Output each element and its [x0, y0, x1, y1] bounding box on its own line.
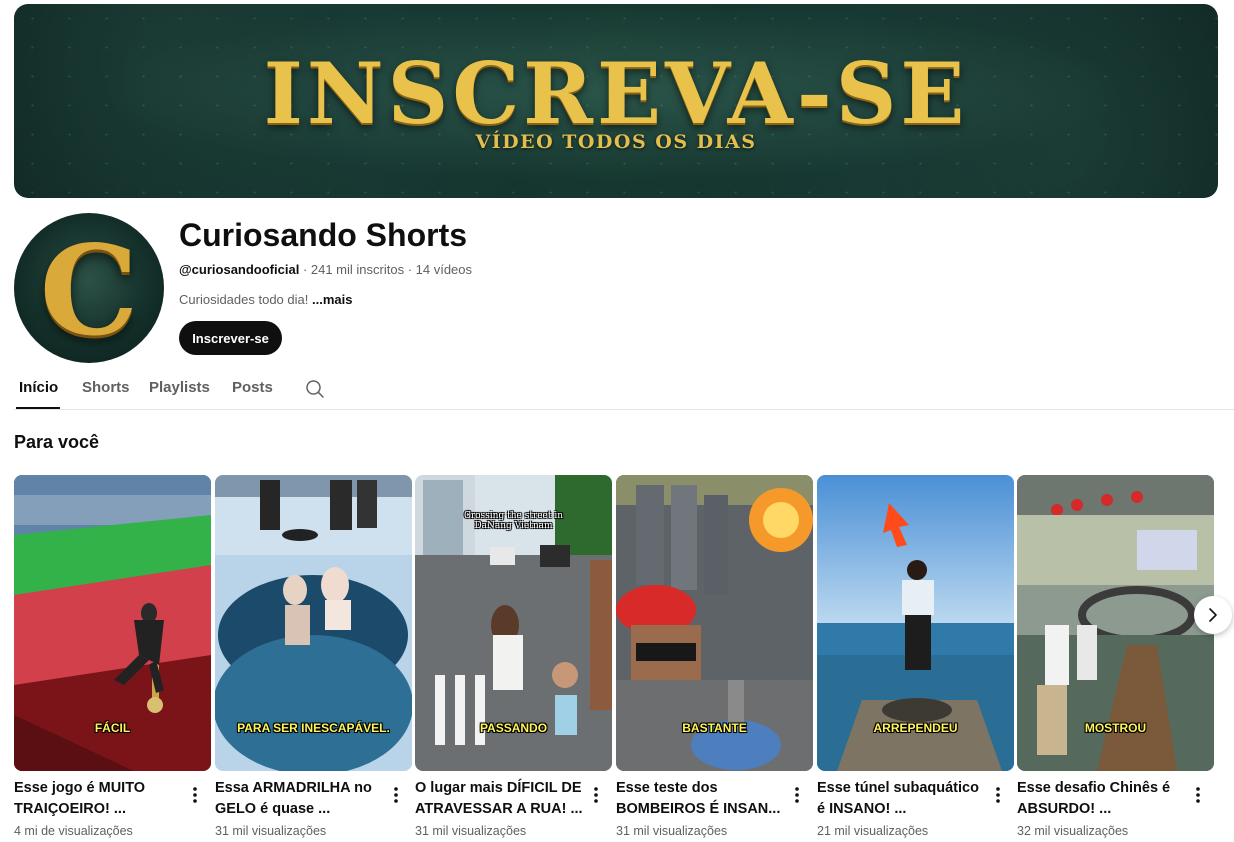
short-overlay-text: MOSTROU: [1084, 721, 1147, 735]
short-views: 31 mil visualizações: [415, 824, 527, 838]
short-title[interactable]: Esse teste dos BOMBEIROS É INSAN...: [616, 778, 786, 819]
more-vert-icon[interactable]: [1193, 785, 1203, 805]
channel-meta: @curiosandooficial · 241 mil inscritos ·…: [179, 262, 472, 277]
banner-subtitle: VÍDEO TODOS OS DIAS: [475, 131, 757, 153]
channel-tabs: Início Shorts Playlists Posts: [14, 368, 1234, 410]
channel-description[interactable]: Curiosidades todo dia! ...mais: [179, 292, 352, 307]
avatar-letter: C: [39, 219, 139, 363]
short-title[interactable]: Esse desafio Chinês é ABSURDO! ...: [1017, 778, 1187, 819]
short-views: 32 mil visualizações: [1017, 824, 1129, 838]
short-thumbnail[interactable]: Crossing the street in DaNang Vietnam PA…: [415, 475, 612, 771]
tab-playlists[interactable]: Playlists: [149, 379, 210, 396]
short-thumbnail[interactable]: FÁCIL: [14, 475, 211, 771]
more-vert-icon[interactable]: [391, 785, 401, 805]
short-title[interactable]: O lugar mais DÍFICIL DE ATRAVESSAR A RUA…: [415, 778, 585, 819]
chevron-right-icon: [1209, 608, 1217, 622]
short-thumbnail[interactable]: MOSTROU: [1017, 475, 1214, 771]
tab-posts[interactable]: Posts: [232, 379, 273, 396]
more-vert-icon[interactable]: [190, 785, 200, 805]
active-tab-indicator: [16, 407, 60, 409]
channel-name: Curiosando Shorts: [179, 217, 468, 253]
short-views: 31 mil visualizações: [616, 824, 728, 838]
search-icon[interactable]: [305, 379, 325, 399]
short-overlay-text: PARA SER INESCAPÁVEL.: [237, 721, 390, 735]
short-card[interactable]: FÁCIL Esse jogo é MUITO TRAIÇOEIRO! ... …: [14, 475, 211, 842]
short-views: 31 mil visualizações: [215, 824, 327, 838]
more-vert-icon[interactable]: [993, 785, 1003, 805]
more-link[interactable]: ...mais: [312, 292, 352, 307]
section-title: Para você: [14, 432, 100, 452]
tab-shorts[interactable]: Shorts: [82, 379, 130, 396]
short-views: 4 mi de visualizações: [14, 824, 133, 838]
short-thumbnail[interactable]: ARREPENDEU: [817, 475, 1014, 771]
subscribe-button[interactable]: Inscrever-se: [179, 321, 282, 355]
short-overlay-text: BASTANTE: [682, 721, 747, 735]
short-overlay-text: ARREPENDEU: [873, 721, 958, 735]
more-vert-icon[interactable]: [792, 785, 802, 805]
short-thumbnail[interactable]: BASTANTE: [616, 475, 813, 771]
channel-avatar[interactable]: C: [14, 213, 164, 363]
short-overlay-text: FÁCIL: [94, 721, 131, 735]
short-card[interactable]: BASTANTE Esse teste dos BOMBEIROS É INSA…: [616, 475, 813, 842]
short-thumbnail[interactable]: PARA SER INESCAPÁVEL.: [215, 475, 412, 771]
short-title[interactable]: Esse jogo é MUITO TRAIÇOEIRO! ...: [14, 778, 184, 819]
carousel-next-button[interactable]: [1194, 596, 1232, 634]
banner-title: INSCREVA-SE: [263, 44, 969, 143]
more-vert-icon[interactable]: [591, 785, 601, 805]
short-title[interactable]: Essa ARMADRILHA no GELO é quase ...: [215, 778, 385, 819]
short-card[interactable]: Crossing the street in DaNang Vietnam PA…: [415, 475, 612, 842]
short-overlay-text: PASSANDO: [479, 721, 548, 735]
short-card[interactable]: ARREPENDEU Esse túnel subaquático é INSA…: [817, 475, 1014, 842]
tab-inicio[interactable]: Início: [19, 379, 58, 396]
video-count: · 14 vídeos: [407, 262, 473, 277]
subscriber-count: · 241 mil inscritos: [302, 262, 405, 277]
channel-banner: INSCREVA-SE VÍDEO TODOS OS DIAS: [14, 4, 1218, 198]
short-card[interactable]: MOSTROU Esse desafio Chinês é ABSURDO! .…: [1017, 475, 1214, 842]
short-title[interactable]: Esse túnel subaquático é INSANO! ...: [817, 778, 987, 819]
short-views: 21 mil visualizações: [817, 824, 929, 838]
short-top-text: Crossing the street in DaNang Vietnam: [463, 511, 564, 531]
short-card[interactable]: PARA SER INESCAPÁVEL. Essa ARMADRILHA no…: [215, 475, 412, 842]
description-text: Curiosidades todo dia!: [179, 292, 309, 307]
channel-handle: @curiosandooficial: [179, 262, 300, 277]
